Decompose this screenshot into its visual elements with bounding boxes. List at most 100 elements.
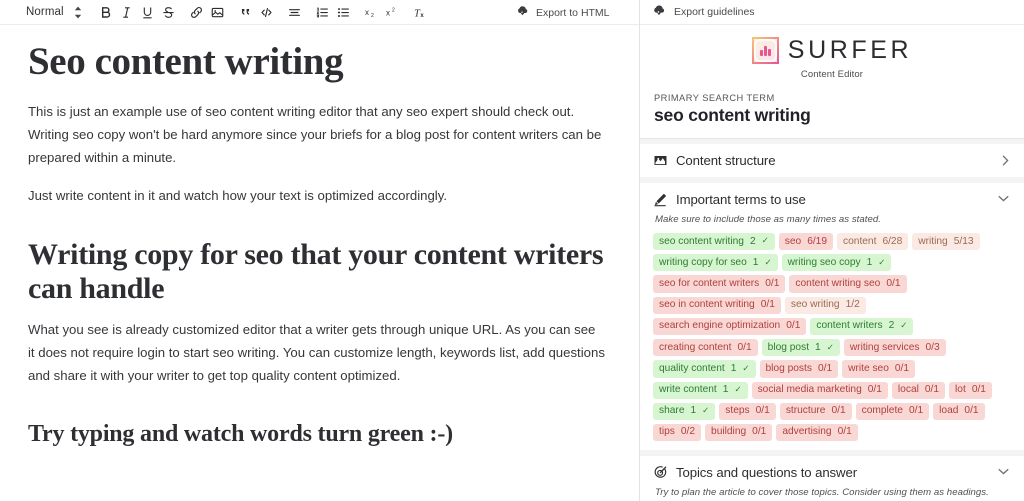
important-terms-tag-list: seo content writing 2 ✓ seo 6/19 content 6/28 w… (653, 233, 1011, 442)
check-icon: ✓ (900, 320, 908, 331)
term-tag[interactable]: seo in content writing 0/1 (653, 296, 781, 314)
term-tag[interactable]: blog post 1 ✓ (761, 339, 840, 357)
content-structure-title: Content structure (676, 153, 776, 168)
paragraph-style-select[interactable]: Normal (26, 0, 67, 25)
check-icon: ✓ (702, 405, 710, 416)
document-editor[interactable]: Seo content writing This is just an exam… (0, 25, 639, 501)
term-tag[interactable]: blog posts 0/1 (759, 360, 839, 378)
term-tag-label: content writing seo (795, 277, 881, 289)
term-tag[interactable]: quality content 1 ✓ (653, 360, 756, 378)
term-tag-count: 0/1 (786, 320, 801, 332)
bold-button[interactable] (95, 0, 116, 25)
term-tag[interactable]: writing seo copy 1 ✓ (781, 254, 892, 272)
topics-questions-note: Try to plan the article to cover those t… (655, 487, 989, 499)
term-tag[interactable]: steps 0/1 (719, 402, 776, 420)
term-tag[interactable]: creating content 0/1 (653, 339, 758, 357)
term-tag-count: 0/1 (908, 405, 924, 417)
content-structure-header[interactable]: Content structure (653, 153, 1011, 168)
chart-area-icon (653, 153, 668, 168)
check-icon: ✓ (734, 384, 742, 394)
term-tag-count: 0/1 (765, 277, 780, 289)
term-tag-count: 0/1 (752, 426, 767, 438)
term-tag-label: advertising (782, 426, 832, 438)
term-tag[interactable]: complete 0/1 (855, 402, 930, 420)
term-tag-label: write content (659, 384, 717, 396)
term-tag-label: seo for content writers (659, 277, 760, 289)
term-tag[interactable]: writing copy for seo 1 ✓ (653, 254, 778, 272)
important-terms-note: Make sure to include those as many times… (655, 214, 881, 225)
quote-icon[interactable] (235, 0, 256, 25)
superscript-icon[interactable]: x2 (382, 0, 403, 25)
side-panel-scroll[interactable]: Content structure Important terms to use (640, 139, 1024, 501)
chevron-down-icon[interactable] (997, 466, 1010, 478)
export-to-html-button[interactable]: Export to HTML (516, 0, 610, 25)
term-tag-count: 0/1 (831, 405, 846, 417)
term-tag-label: local (897, 384, 919, 396)
term-tag-label: content writers (816, 320, 883, 332)
term-tag[interactable]: content writers 2 ✓ (810, 317, 914, 336)
term-tag[interactable]: tips 0/2 (653, 423, 702, 442)
chevron-right-icon[interactable] (1001, 154, 1010, 169)
document-paragraph-2: Just write content in it and watch how y… (28, 188, 448, 204)
term-tag-count: 2 (888, 320, 895, 332)
important-terms-title: Important terms to use (676, 192, 806, 207)
export-guidelines-button[interactable]: Export guidelines (640, 0, 1024, 25)
align-icon[interactable] (284, 0, 305, 25)
check-icon: ✓ (764, 256, 772, 267)
term-tag[interactable]: load 0/1 (933, 402, 985, 420)
term-tag[interactable]: seo 6/19 (778, 233, 834, 251)
brand-name: SURFER (787, 36, 913, 64)
term-tag[interactable]: advertising 0/1 (776, 423, 858, 442)
term-tag[interactable]: seo content writing 2 ✓ (653, 233, 775, 251)
term-tag[interactable]: seo writing 1/2 (784, 296, 866, 314)
image-icon[interactable] (207, 0, 228, 25)
chevron-down-icon[interactable] (997, 193, 1010, 205)
term-tag-count: 0/1 (867, 384, 882, 396)
link-icon[interactable] (186, 0, 207, 25)
term-tag[interactable]: content 6/28 (837, 233, 909, 251)
term-tag[interactable]: write content 1 ✓ (653, 381, 748, 399)
svg-text:2: 2 (392, 7, 395, 13)
check-icon: ✓ (761, 235, 769, 246)
clear-format-icon[interactable]: Tx (410, 0, 431, 25)
term-tag-count: 0/1 (760, 299, 775, 311)
term-tag[interactable]: write seo 0/1 (842, 360, 916, 378)
underline-button[interactable] (137, 0, 158, 25)
cloud-download-icon (652, 3, 666, 22)
bullet-list-icon[interactable] (333, 0, 354, 25)
term-tag[interactable]: structure 0/1 (779, 402, 852, 420)
term-tag-count: 1 (730, 362, 737, 374)
term-tag[interactable]: search engine optimization 0/1 (653, 317, 807, 336)
term-tag[interactable]: local 0/1 (891, 381, 946, 399)
term-tag-count: 0/1 (971, 384, 986, 396)
term-tag-label: building (711, 426, 747, 438)
term-tag-count: 0/1 (837, 426, 852, 438)
term-tag[interactable]: seo for content writers 0/1 (653, 275, 786, 293)
term-tag[interactable]: social media marketing 0/1 (751, 381, 888, 399)
subscript-icon[interactable]: x2 (361, 0, 382, 25)
topics-questions-header[interactable]: Topics and questions to answer (653, 465, 1011, 480)
card-important-terms: Important terms to use Make sure to incl… (640, 183, 1024, 451)
italic-button[interactable] (116, 0, 137, 25)
important-terms-header[interactable]: Important terms to use (653, 192, 1011, 207)
ordered-list-icon[interactable] (312, 0, 333, 25)
primary-search-term-value: seo content writing (654, 105, 811, 125)
chevron-updown-icon[interactable] (67, 0, 89, 25)
term-tag[interactable]: building 0/1 (705, 423, 773, 442)
pencil-icon (653, 192, 668, 207)
term-tag[interactable]: lot 0/1 (949, 381, 992, 399)
term-tag[interactable]: writing 5/13 (912, 233, 980, 251)
term-tag-count: 0/2 (680, 426, 696, 438)
editor-toolbar: Normal x 2 x 2 T x Export to HTML (0, 0, 639, 25)
strikethrough-button[interactable] (158, 0, 179, 25)
term-tag-count: 0/1 (737, 341, 752, 353)
cloud-download-icon (516, 4, 529, 22)
code-icon[interactable] (256, 0, 277, 25)
term-tag-count: 1 (722, 384, 729, 396)
term-tag[interactable]: writing services 0/3 (843, 339, 946, 357)
app-root: Normal x 2 x 2 T x Export to HTML Seo co… (0, 0, 1024, 501)
target-pencil-icon (653, 465, 668, 480)
term-tag[interactable]: content writing seo 0/1 (789, 275, 907, 293)
term-tag[interactable]: share 1 ✓ (653, 402, 716, 420)
term-tag-label: share (659, 405, 685, 417)
